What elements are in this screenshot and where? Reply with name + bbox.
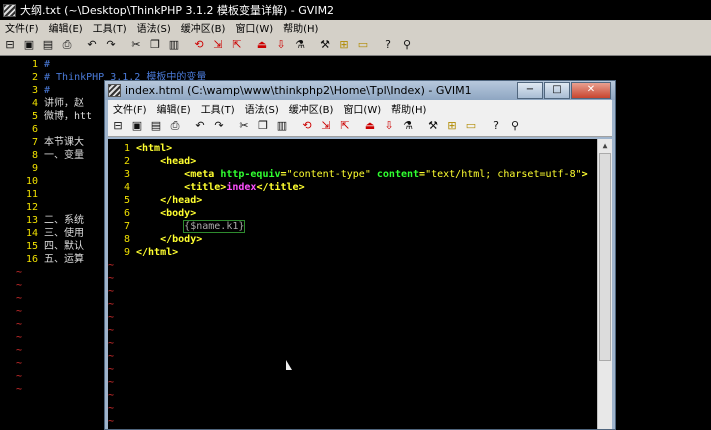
empty-line-marker: ~ (108, 299, 115, 310)
mouse-cursor-icon (286, 360, 292, 370)
front-gvim-window: index.html (C:\wamp\www\thinkphp2\Home\T… (104, 80, 616, 430)
make-icon[interactable]: ⚒ (317, 37, 333, 53)
maximize-button[interactable]: □ (544, 82, 570, 99)
run-script-icon[interactable]: ⚗ (292, 37, 308, 53)
code-line: 2 <head> (123, 156, 197, 167)
open-icon[interactable]: ⊟ (110, 118, 126, 134)
front-window-title: index.html (C:\wamp\www\thinkphp2\Home\T… (125, 84, 472, 97)
code-line: 3 <meta http-equiv="content-type" conten… (123, 169, 588, 180)
empty-line-marker: ~ (108, 351, 115, 362)
tag-icon[interactable]: ⊞ (444, 118, 460, 134)
back-code-line: 1 # (31, 59, 51, 70)
undo-icon[interactable]: ↶ (84, 37, 100, 53)
code-line: 6 <body> (123, 208, 197, 219)
empty-line-marker: ~ (108, 390, 115, 401)
gvim-app-icon (3, 3, 16, 17)
print-icon[interactable]: ⎙ (59, 37, 75, 53)
cut-icon[interactable]: ✂ (128, 37, 144, 53)
close-button[interactable]: ✕ (571, 82, 611, 99)
code-line: 1 <html> (123, 143, 173, 154)
back-menubar: 文件(F) 编辑(E) 工具(T) 语法(S) 缓冲区(B) 窗口(W) 帮助(… (0, 20, 711, 35)
find-help-icon[interactable]: ⚲ (399, 37, 415, 53)
redo-icon[interactable]: ↷ (211, 118, 227, 134)
empty-line-marker: ~ (108, 403, 115, 414)
tag-jump-icon[interactable]: ▭ (355, 37, 371, 53)
empty-line-marker: ~ (108, 377, 115, 388)
load-session-icon[interactable]: ⏏ (362, 118, 378, 134)
back-window-title: 大纲.txt (~\Desktop\ThinkPHP 3.1.2 模板变量详解)… (20, 4, 335, 17)
find-next-icon[interactable]: ⇲ (210, 37, 226, 53)
paste-icon[interactable]: ▥ (166, 37, 182, 53)
empty-line-marker: ~ (108, 312, 115, 323)
redo-icon[interactable]: ↷ (103, 37, 119, 53)
help-icon[interactable]: ? (380, 37, 396, 53)
save-session-icon[interactable]: ⇩ (273, 37, 289, 53)
gvim-app-icon (108, 84, 121, 97)
template-variable: {$name.k1} (183, 220, 246, 233)
code-line: 7 {$name.k1} (123, 220, 246, 233)
back-menu-buffers[interactable]: 缓冲区(B) (176, 20, 231, 35)
back-menu-file[interactable]: 文件(F) (0, 20, 44, 35)
undo-icon[interactable]: ↶ (192, 118, 208, 134)
scroll-up-icon[interactable]: ▲ (598, 139, 612, 153)
empty-line-marker: ~ (108, 416, 115, 427)
front-menu-buffers[interactable]: 缓冲区(B) (284, 101, 339, 116)
tag-jump-icon[interactable]: ▭ (463, 118, 479, 134)
tag-icon[interactable]: ⊞ (336, 37, 352, 53)
empty-line-marker: ~ (108, 338, 115, 349)
empty-line-marker: ~ (108, 260, 115, 271)
save-icon[interactable]: ▣ (129, 118, 145, 134)
paste-icon[interactable]: ▥ (274, 118, 290, 134)
code-line: 9 </html> (123, 247, 179, 258)
save-all-icon[interactable]: ▤ (40, 37, 56, 53)
empty-line-marker: ~ (108, 273, 115, 284)
front-toolbar: ⊟ ▣ ▤ ⎙ ↶ ↷ ✂ ❐ ▥ ⟲ ⇲ ⇱ ⏏ ⇩ ⚗ ⚒ ⊞ ▭ ? ⚲ (108, 116, 612, 137)
front-menu-syntax[interactable]: 语法(S) (240, 101, 284, 116)
help-icon[interactable]: ? (488, 118, 504, 134)
empty-line-marker: ~ (108, 286, 115, 297)
front-menu-file[interactable]: 文件(F) (108, 101, 152, 116)
save-all-icon[interactable]: ▤ (148, 118, 164, 134)
code-line: 8 </body> (123, 234, 203, 245)
back-menu-tools[interactable]: 工具(T) (88, 20, 132, 35)
load-session-icon[interactable]: ⏏ (254, 37, 270, 53)
minimize-button[interactable]: − (517, 82, 543, 99)
replace-icon[interactable]: ⟲ (299, 118, 315, 134)
empty-line-marker: ~ (108, 428, 597, 429)
empty-line-marker: ~ (108, 364, 115, 375)
code-line: 5 </head> (123, 195, 203, 206)
front-menu-window[interactable]: 窗口(W) (338, 101, 386, 116)
front-menubar: 文件(F) 编辑(E) 工具(T) 语法(S) 缓冲区(B) 窗口(W) 帮助(… (108, 100, 612, 116)
open-icon[interactable]: ⊟ (2, 37, 18, 53)
front-menu-edit[interactable]: 编辑(E) (152, 101, 196, 116)
front-editor[interactable]: 1 <html> 2 <head> 3 <meta http-equiv="con… (108, 139, 597, 429)
save-session-icon[interactable]: ⇩ (381, 118, 397, 134)
vertical-scrollbar[interactable]: ▲ (597, 139, 612, 429)
find-help-icon[interactable]: ⚲ (507, 118, 523, 134)
back-window-titlebar[interactable]: 大纲.txt (~\Desktop\ThinkPHP 3.1.2 模板变量详解)… (0, 0, 711, 20)
make-icon[interactable]: ⚒ (425, 118, 441, 134)
run-script-icon[interactable]: ⚗ (400, 118, 416, 134)
copy-icon[interactable]: ❐ (147, 37, 163, 53)
back-menu-window[interactable]: 窗口(W) (230, 20, 278, 35)
back-menu-edit[interactable]: 编辑(E) (44, 20, 88, 35)
code-line: 4 <title>index</title> (123, 182, 305, 193)
replace-icon[interactable]: ⟲ (191, 37, 207, 53)
save-icon[interactable]: ▣ (21, 37, 37, 53)
print-icon[interactable]: ⎙ (167, 118, 183, 134)
find-prev-icon[interactable]: ⇱ (337, 118, 353, 134)
find-prev-icon[interactable]: ⇱ (229, 37, 245, 53)
find-next-icon[interactable]: ⇲ (318, 118, 334, 134)
back-menu-syntax[interactable]: 语法(S) (132, 20, 176, 35)
front-window-titlebar[interactable]: index.html (C:\wamp\www\thinkphp2\Home\T… (105, 81, 615, 100)
cut-icon[interactable]: ✂ (236, 118, 252, 134)
scrollbar-thumb[interactable] (599, 153, 611, 361)
copy-icon[interactable]: ❐ (255, 118, 271, 134)
front-menu-tools[interactable]: 工具(T) (196, 101, 240, 116)
front-menu-help[interactable]: 帮助(H) (386, 101, 431, 116)
back-toolbar: ⊟ ▣ ▤ ⎙ ↶ ↷ ✂ ❐ ▥ ⟲ ⇲ ⇱ ⏏ ⇩ ⚗ ⚒ ⊞ ▭ ? ⚲ (0, 34, 711, 56)
back-menu-help[interactable]: 帮助(H) (278, 20, 323, 35)
empty-line-marker: ~ (108, 325, 115, 336)
